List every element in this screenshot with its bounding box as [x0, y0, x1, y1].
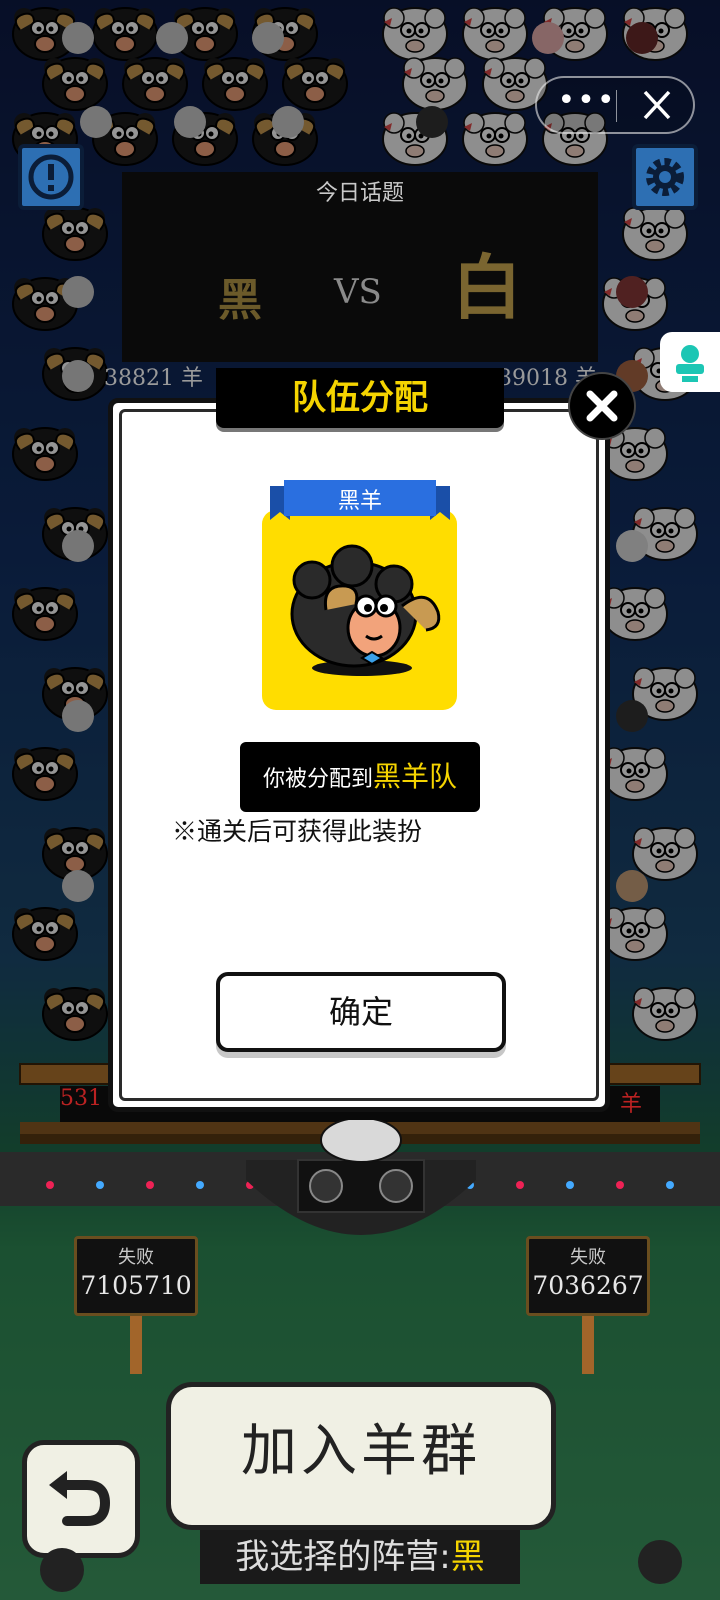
- assignment-team: 黑羊队: [373, 760, 458, 793]
- topic-black-label: 黑: [218, 275, 262, 326]
- topic-white-label: 白: [452, 246, 522, 329]
- undo-icon: [49, 1471, 111, 1526]
- info-icon: [28, 154, 74, 200]
- right-score-value: 7036267: [532, 1271, 644, 1300]
- topic-panel: 今日话题 黑 VS 白: [122, 172, 598, 362]
- costume-name: 黑羊: [337, 489, 382, 514]
- left-score-sign: 失败 7105710: [74, 1236, 198, 1316]
- game-scene: ••• 今日话题 黑 VS 白 38821 羊 39018 羊 531 羊 失败…: [0, 0, 720, 1600]
- info-button[interactable]: [18, 144, 84, 210]
- more-dots-icon[interactable]: •••: [557, 86, 617, 124]
- camp-prefix: 我选择的阵营:: [235, 1537, 451, 1577]
- confirm-button[interactable]: 确定: [216, 972, 506, 1052]
- right-spotlight: [638, 1540, 682, 1584]
- right-score-sign: 失败 7036267: [526, 1236, 650, 1316]
- left-sign-post: [130, 1316, 142, 1374]
- dj-booth: [246, 1120, 476, 1235]
- topic-header: 今日话题: [315, 181, 404, 206]
- capsule-divider: [616, 90, 617, 122]
- camp-selection: 我选择的阵营:黑: [200, 1530, 520, 1584]
- side-float-button[interactable]: [660, 332, 720, 392]
- left-rail-number: 531: [60, 1086, 102, 1111]
- close-icon: [586, 390, 618, 422]
- black-count: 38821 羊: [104, 366, 203, 391]
- right-sign-post: [582, 1316, 594, 1374]
- topic-vs-label: VS: [334, 272, 382, 312]
- settings-button[interactable]: [632, 144, 698, 210]
- left-score-label: 失败: [118, 1247, 154, 1268]
- join-flock-button[interactable]: 加入羊群: [166, 1382, 556, 1530]
- left-score-value: 7105710: [80, 1271, 192, 1300]
- assignment-message: 你被分配到黑羊队: [240, 742, 480, 812]
- right-score-label: 失败: [570, 1247, 606, 1268]
- close-icon: [643, 90, 671, 120]
- left-spotlight: [40, 1548, 84, 1592]
- back-button[interactable]: [22, 1440, 140, 1558]
- capsule-close-button[interactable]: [627, 82, 687, 128]
- gear-icon: [646, 158, 684, 196]
- costume-card: [262, 510, 457, 710]
- camp-value: 黑: [450, 1537, 485, 1577]
- reward-note: ※通关后可获得此装扮: [172, 817, 423, 846]
- dialog-close-button[interactable]: [570, 374, 634, 438]
- right-rail-text: 羊: [620, 1092, 643, 1117]
- assignment-prefix: 你被分配到: [262, 767, 373, 792]
- black-sheep-avatar-icon: [290, 544, 441, 676]
- mini-program-icon: [676, 345, 704, 382]
- mini-program-capsule: •••: [535, 76, 695, 134]
- dialog-title: 队伍分配: [216, 368, 504, 428]
